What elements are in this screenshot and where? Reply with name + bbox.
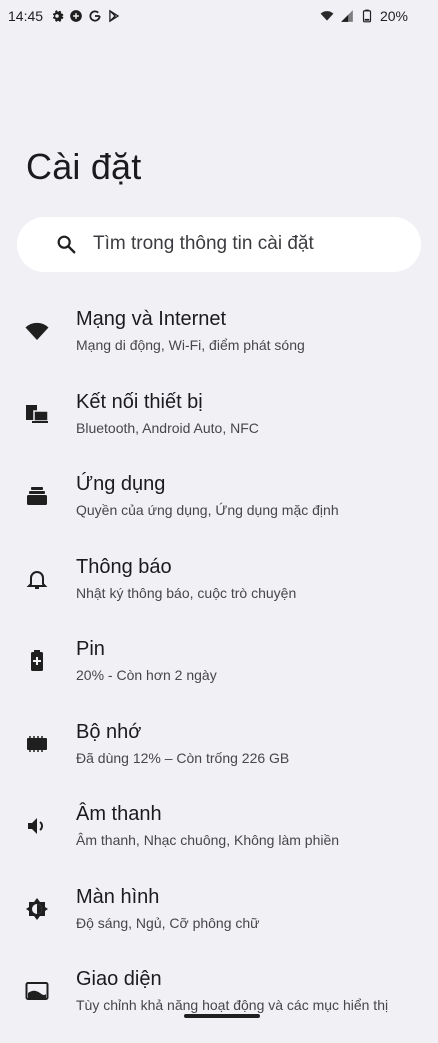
signal-icon bbox=[341, 10, 353, 22]
settings-item-display[interactable]: Màn hình Độ sáng, Ngủ, Cỡ phông chữ bbox=[0, 878, 438, 961]
settings-item-subtitle: Quyền của ứng dụng, Ứng dụng mặc định bbox=[76, 502, 339, 518]
settings-item-title: Thông báo bbox=[76, 555, 172, 578]
settings-item-battery[interactable]: Pin 20% - Còn hơn 2 ngày bbox=[0, 630, 438, 713]
settings-item-subtitle: Tùy chỉnh khả năng hoạt động và các mục … bbox=[76, 997, 389, 1013]
settings-item-subtitle: Nhật ký thông báo, cuộc trò chuyện bbox=[76, 584, 297, 601]
settings-item-apps[interactable]: Ứng dụng Quyền của ứng dụng, Ứng dụng mặ… bbox=[0, 465, 438, 548]
settings-item-title: Màn hình bbox=[76, 885, 160, 908]
bell-icon bbox=[24, 566, 50, 592]
settings-item-subtitle: 20% - Còn hơn 2 ngày bbox=[76, 667, 217, 683]
settings-item-title: Bộ nhớ bbox=[76, 720, 142, 743]
page-title: Cài đặt bbox=[26, 146, 142, 187]
settings-item-title: Giao diện bbox=[76, 968, 162, 990]
storage-icon bbox=[24, 731, 50, 757]
status-bar-right: 20% bbox=[320, 8, 408, 24]
settings-item-connected-devices[interactable]: Kết nối thiết bị Bluetooth, Android Auto… bbox=[0, 383, 438, 466]
settings-list: Mạng và Internet Mạng di động, Wi-Fi, đi… bbox=[0, 300, 438, 1043]
status-bar: 14:45 20% bbox=[0, 0, 438, 34]
settings-item-title: Âm thanh bbox=[76, 803, 162, 825]
search-placeholder: Tìm trong thông tin cài đặt bbox=[93, 233, 314, 254]
gear-icon bbox=[52, 10, 64, 22]
apps-icon bbox=[24, 483, 50, 509]
status-time: 14:45 bbox=[8, 8, 44, 24]
search-icon bbox=[57, 235, 76, 254]
brightness-icon bbox=[24, 896, 50, 922]
play-store-icon bbox=[109, 9, 120, 23]
settings-item-notifications[interactable]: Thông báo Nhật ký thông báo, cuộc trò ch… bbox=[0, 548, 438, 631]
gesture-navigation-bar[interactable] bbox=[184, 1014, 260, 1018]
wallpaper-icon bbox=[24, 978, 50, 1004]
settings-item-subtitle: Mạng di động, Wi-Fi, điểm phát sóng bbox=[76, 337, 305, 353]
devices-icon bbox=[24, 401, 50, 427]
settings-item-appearance[interactable]: Giao diện Tùy chỉnh khả năng hoạt động v… bbox=[0, 960, 438, 1043]
search-bar[interactable]: Tìm trong thông tin cài đặt bbox=[17, 217, 421, 272]
settings-item-sound[interactable]: Âm thanh Âm thanh, Nhạc chuông, Không là… bbox=[0, 795, 438, 878]
settings-item-storage[interactable]: Bộ nhớ Đã dùng 12% – Còn trống 226 GB bbox=[0, 713, 438, 796]
settings-item-title: Pin bbox=[76, 638, 105, 660]
google-icon bbox=[89, 10, 101, 22]
wifi-icon bbox=[320, 11, 334, 21]
settings-item-title: Kết nối thiết bị bbox=[76, 390, 203, 413]
battery-percentage: 20% bbox=[379, 8, 408, 24]
settings-item-network[interactable]: Mạng và Internet Mạng di động, Wi-Fi, đi… bbox=[0, 300, 438, 383]
settings-item-title: Ứng dụng bbox=[76, 473, 166, 495]
status-bar-left: 14:45 bbox=[8, 8, 121, 24]
battery-icon bbox=[362, 9, 372, 23]
wifi-icon bbox=[24, 318, 50, 344]
settings-item-subtitle: Độ sáng, Ngủ, Cỡ phông chữ bbox=[76, 914, 260, 931]
battery-icon bbox=[24, 648, 50, 674]
volume-icon bbox=[24, 813, 50, 839]
settings-item-subtitle: Đã dùng 12% – Còn trống 226 GB bbox=[76, 749, 290, 766]
settings-item-title: Mạng và Internet bbox=[76, 308, 227, 330]
settings-item-subtitle: Âm thanh, Nhạc chuông, Không làm phiền bbox=[76, 832, 340, 848]
game-icon bbox=[70, 10, 82, 22]
settings-item-subtitle: Bluetooth, Android Auto, NFC bbox=[76, 419, 259, 436]
